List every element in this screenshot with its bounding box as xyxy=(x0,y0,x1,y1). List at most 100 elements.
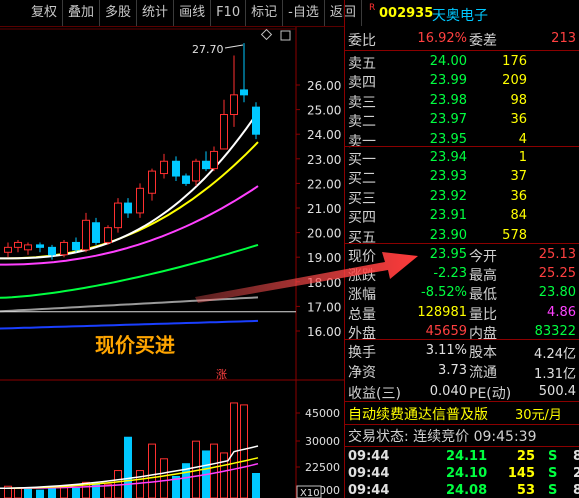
candle-body xyxy=(240,89,248,96)
volume-bar xyxy=(210,443,218,498)
fundamental-value: 4.24亿 xyxy=(534,347,576,362)
ad-price: 30元/月 xyxy=(515,408,562,423)
volume-bar xyxy=(252,473,260,498)
stat-value: 25.13 xyxy=(538,247,576,262)
tick-row: 09:44 24.08 53 S 8 xyxy=(345,483,579,498)
volume-bar xyxy=(60,486,68,498)
candle-body xyxy=(202,160,210,170)
toolbar-button[interactable]: F10 xyxy=(211,0,247,26)
candle-body xyxy=(104,227,112,243)
stat-value: 23.95 xyxy=(429,247,467,262)
tick-price: 24.10 xyxy=(446,466,488,481)
candle-body xyxy=(252,106,260,135)
volume-bar xyxy=(136,470,144,498)
tick-count: 8 xyxy=(573,449,579,464)
toolbar-button[interactable]: 统计 xyxy=(137,0,175,26)
sell-volume: 4 xyxy=(518,131,527,147)
stat-value: 23.80 xyxy=(538,285,576,301)
sell-price: 23.98 xyxy=(429,92,467,108)
candle-body xyxy=(210,150,218,170)
sell-volume: 209 xyxy=(502,73,527,89)
toolbar-button[interactable]: 标记 xyxy=(246,0,284,26)
candle-body xyxy=(182,175,190,184)
margin-mark: R xyxy=(369,3,376,13)
toolbar-button[interactable]: 复权 xyxy=(0,0,64,26)
tick-row: 09:44 24.11 25 S 8 xyxy=(345,449,579,466)
volume-bar xyxy=(36,489,44,498)
buy-volume: 1 xyxy=(518,150,527,165)
buy-price: 23.93 xyxy=(429,169,467,185)
fundamental-label: 换手 xyxy=(348,345,376,361)
toolbar-button[interactable]: 画线 xyxy=(174,0,212,26)
volume-bar xyxy=(124,436,132,498)
candle-body xyxy=(220,114,228,150)
buy-volume: 578 xyxy=(502,227,527,243)
stock-header: R 002935 天奥电子 xyxy=(345,0,579,27)
weicha-label: 委差 xyxy=(469,33,497,49)
candle-body xyxy=(4,246,12,253)
subscription-ad[interactable]: 自动续费通达信普及版 30元/月 xyxy=(345,402,579,424)
sell-volume: 176 xyxy=(502,54,527,69)
fundamental-value: 1.31亿 xyxy=(534,367,576,383)
volume-axis-label: 22500 xyxy=(305,461,340,474)
volume-bar xyxy=(220,452,228,498)
stat-value: -2.23 xyxy=(433,266,467,282)
sell-price: 23.97 xyxy=(429,112,467,128)
volume-bar xyxy=(148,443,156,498)
fundamental-label: 股本 xyxy=(469,345,497,361)
fundamental-value: 500.4 xyxy=(538,383,576,399)
candle-body xyxy=(92,222,100,243)
tick-volume: 145 xyxy=(507,466,535,481)
tick-count: 2 xyxy=(573,466,579,481)
candle-body xyxy=(124,202,132,214)
fundamental-label: 流通 xyxy=(469,365,497,382)
fundamental-value: 3.73 xyxy=(438,363,467,379)
tick-volume: 25 xyxy=(516,449,535,464)
price-axis-label: 22.00 xyxy=(307,177,341,191)
volume-bar xyxy=(24,488,32,498)
candle-body xyxy=(60,241,68,256)
price-axis-label: 17.00 xyxy=(307,300,341,314)
sell-price: 24.00 xyxy=(429,54,467,69)
candle-body xyxy=(230,94,238,116)
toolbar: 复权 叠加 多股 统计 画线 F10 标记 -自选 返回 xyxy=(0,0,362,27)
candle-body xyxy=(160,160,168,175)
divider xyxy=(345,446,579,447)
tick-price: 24.11 xyxy=(446,449,488,464)
quote-panel: R 002935 天奥电子 委比 16.92% 委差 213 卖五 24.00 17… xyxy=(344,0,579,498)
weicha-value: 213 xyxy=(551,31,576,46)
fundamental-row: 收益(三) 0.040 PE(动) 500.4 xyxy=(345,381,579,403)
candle-body xyxy=(82,219,90,251)
volume-bar xyxy=(72,487,80,498)
candle-body xyxy=(172,160,180,177)
buy-volume: 84 xyxy=(510,208,527,224)
kline-chart[interactable]: 26.00 25.00 24.00 23.00 22.00 21.00 20.00 19.00… xyxy=(0,27,344,498)
toolbar-button[interactable]: -自选 xyxy=(283,0,325,26)
stock-name: 天奥电子 xyxy=(432,8,488,24)
buy-volume: 37 xyxy=(510,169,527,185)
fundamental-row: 净资 3.73 流通 1.31亿 xyxy=(345,360,579,382)
volume-axis-label: 45000 xyxy=(305,407,340,420)
price-axis-label: 21.00 xyxy=(307,202,341,216)
sell-price: 23.95 xyxy=(429,131,467,147)
tick-time: 09:44 xyxy=(348,449,390,464)
toolbar-button[interactable]: 多股 xyxy=(100,0,138,26)
toolbar-button[interactable]: 叠加 xyxy=(63,0,101,26)
fundamental-row: 换手 3.11% 股本 4.24亿 xyxy=(345,340,579,362)
candle-body xyxy=(72,241,80,251)
tick-price: 24.08 xyxy=(446,483,488,498)
price-axis-label: 20.00 xyxy=(307,227,341,241)
buy-price: 23.94 xyxy=(429,150,467,165)
fundamental-label: PE(动) xyxy=(469,385,512,402)
tick-row: 09:44 24.10 145 S 2 xyxy=(345,466,579,483)
tick-count: 8 xyxy=(573,483,579,498)
candle-body xyxy=(24,244,32,251)
buy-price: 23.92 xyxy=(429,188,467,204)
candle-body xyxy=(136,187,144,214)
price-axis-label: 23.00 xyxy=(307,153,341,167)
stat-value: 128981 xyxy=(417,304,467,320)
buy-price: 23.90 xyxy=(429,227,467,243)
sell-volume: 36 xyxy=(510,112,527,128)
trade-status: 交易状态: 连续竞价 09:45:39 xyxy=(345,424,579,446)
trade-status-text: 交易状态: 连续竞价 09:45:39 xyxy=(348,429,537,445)
